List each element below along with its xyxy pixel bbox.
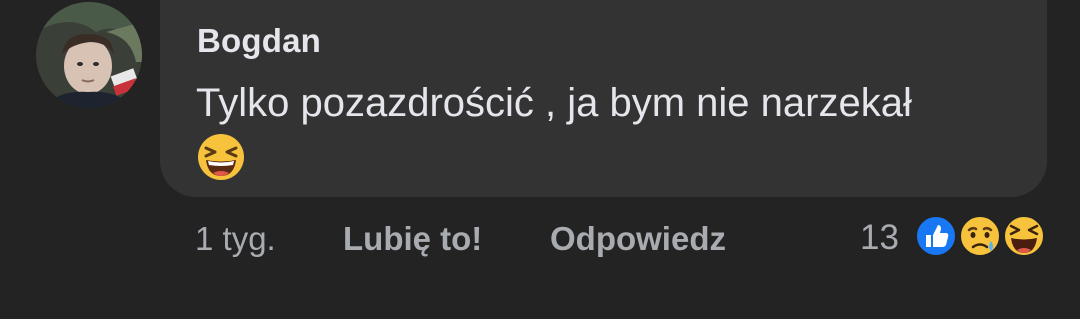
comment-author[interactable]: Bogdan bbox=[197, 22, 321, 60]
reply-button[interactable]: Odpowiedz bbox=[550, 220, 726, 258]
comment: Bogdan Tylko pozazdrościć , ja bym nie n… bbox=[0, 0, 1080, 319]
reaction-count[interactable]: 13 bbox=[860, 218, 899, 258]
comment-bubble: Bogdan Tylko pozazdrościć , ja bym nie n… bbox=[160, 0, 1047, 197]
comment-text: Tylko pozazdrościć , ja bym nie narzekał bbox=[196, 81, 912, 125]
reaction-summary[interactable] bbox=[911, 211, 1051, 265]
user-avatar[interactable] bbox=[36, 2, 142, 108]
laughing-emoji-icon bbox=[196, 132, 246, 182]
comment-actions: 1 tyg. Lubię to! Odpowiedz 13 bbox=[0, 211, 1080, 261]
like-reaction-icon bbox=[911, 211, 961, 261]
sad-reaction-icon bbox=[955, 211, 1005, 261]
avatar-photo bbox=[36, 2, 142, 108]
comment-timestamp[interactable]: 1 tyg. bbox=[195, 220, 276, 258]
like-button[interactable]: Lubię to! bbox=[343, 220, 482, 258]
haha-reaction-icon bbox=[999, 211, 1049, 261]
